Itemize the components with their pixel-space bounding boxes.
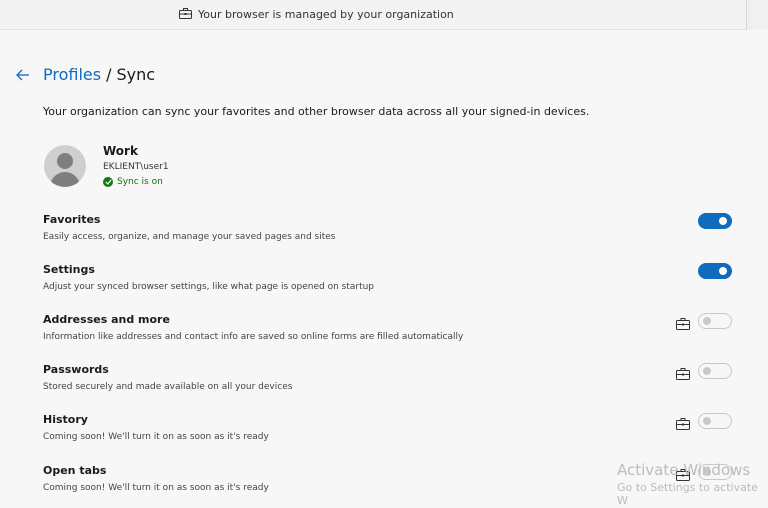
checkmark-icon [103,177,113,187]
briefcase-icon [179,7,192,22]
setting-title: Open tabs [43,464,107,477]
sync-status: Sync is on [103,177,169,187]
page-header: Profiles / Sync [16,65,155,84]
profile-card: Work EKLIENT\user1 Sync is on [44,143,169,187]
sync-description: Your organization can sync your favorite… [43,105,590,118]
setting-description: Coming soon! We'll turn it on as soon as… [43,483,269,493]
setting-description: Stored securely and made available on al… [43,382,293,392]
watermark-title: Activate Windows [617,461,751,479]
setting-description: Coming soon! We'll turn it on as soon as… [43,432,269,442]
managed-by-organization-bar: Your browser is managed by your organiza… [0,0,768,30]
managed-policy-icon [676,365,690,380]
watermark-subtitle: Go to Settings to activate W [617,481,758,507]
setting-title: Passwords [43,363,109,376]
setting-title: History [43,413,88,426]
setting-row-passwords: Passwords Stored securely and made avail… [43,363,733,403]
setting-description: Information like addresses and contact i… [43,332,464,342]
avatar [44,145,86,187]
breadcrumb: Profiles / Sync [43,65,155,84]
breadcrumb-separator: / [106,65,112,84]
activate-windows-watermark: Activate Windows Go to Settings to activ… [617,461,768,507]
favorites-toggle[interactable] [698,213,732,229]
settings-toggle[interactable] [698,263,732,279]
sync-settings-page: Profiles / Sync Your organization can sync… [0,31,768,508]
breadcrumb-profiles-link[interactable]: Profiles [43,65,101,84]
history-toggle[interactable] [698,413,732,429]
setting-description: Adjust your synced browser settings, lik… [43,282,375,292]
setting-row-addresses: Addresses and more Information like addr… [43,313,733,353]
setting-row-history: History Coming soon! We'll turn it on as… [43,413,733,453]
managed-policy-icon [676,415,690,430]
window-edge [746,0,768,30]
addresses-toggle[interactable] [698,313,732,329]
managed-bar-text: Your browser is managed by your organiza… [198,8,454,21]
setting-description: Easily access, organize, and manage your… [43,232,336,242]
passwords-toggle[interactable] [698,363,732,379]
profile-account: EKLIENT\user1 [103,162,169,172]
setting-title: Settings [43,263,95,276]
setting-row-settings: Settings Adjust your synced browser sett… [43,263,733,303]
page-title: Sync [116,65,156,84]
profile-name: Work [103,144,138,158]
managed-policy-icon [676,315,690,330]
sync-status-text: Sync is on [117,177,163,187]
arrow-left-icon[interactable] [16,67,32,83]
setting-title: Addresses and more [43,313,170,326]
setting-title: Favorites [43,213,101,226]
setting-row-favorites: Favorites Easily access, organize, and m… [43,213,733,253]
